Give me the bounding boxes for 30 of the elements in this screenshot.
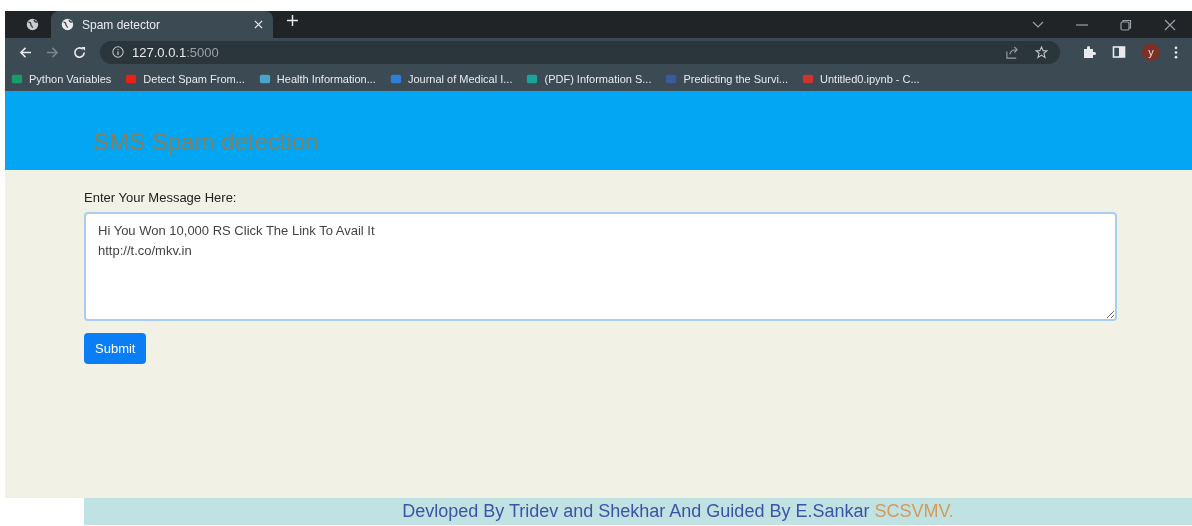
footer-highlight: SCSVMV. (874, 501, 954, 522)
back-arrow-icon[interactable] (19, 45, 32, 59)
globe-icon (25, 18, 39, 31)
bookmark[interactable]: Health Information... (258, 72, 376, 85)
forward-arrow-icon[interactable] (46, 45, 59, 59)
profile-avatar[interactable]: y (1142, 43, 1160, 61)
bookmark[interactable]: (PDF) Information S... (526, 72, 652, 85)
bookmark[interactable]: Detect Spam From... (125, 72, 245, 85)
submit-button[interactable]: Submit (84, 333, 147, 364)
share-icon[interactable] (1006, 45, 1019, 59)
bookmark[interactable]: Untitled0.ipynb - C... (802, 72, 920, 85)
message-label: Enter Your Message Here: (84, 190, 237, 205)
message-field[interactable]: Hi You Won 10,000 RS Click The Link To Avail It http://t.co/mkv.in (84, 212, 1117, 321)
info-icon (112, 46, 124, 58)
new-tab-icon[interactable] (287, 15, 298, 26)
star-icon[interactable] (1035, 45, 1048, 59)
menu-icon[interactable] (1174, 45, 1178, 59)
restore-icon[interactable] (1120, 18, 1132, 31)
bookmark[interactable]: Python Variables (11, 72, 112, 85)
bookmark[interactable]: Journal of Medical I... (389, 72, 513, 85)
browser-tab[interactable]: Spam detector (51, 11, 273, 38)
reload-icon[interactable] (73, 45, 86, 59)
bookmark[interactable]: Predicting the Survi... (665, 72, 788, 85)
puzzle-icon[interactable] (1082, 45, 1096, 59)
page-title: SMS Spam detection (93, 128, 319, 156)
side-panel-icon[interactable] (1112, 45, 1126, 59)
close-icon[interactable] (1164, 18, 1176, 31)
globe-icon (61, 18, 74, 31)
address-bar[interactable]: 127.0.0.1:5000 (100, 40, 1060, 64)
footer-text: Devloped By Tridev and Shekhar And Guided By E.Sankar (402, 501, 870, 522)
